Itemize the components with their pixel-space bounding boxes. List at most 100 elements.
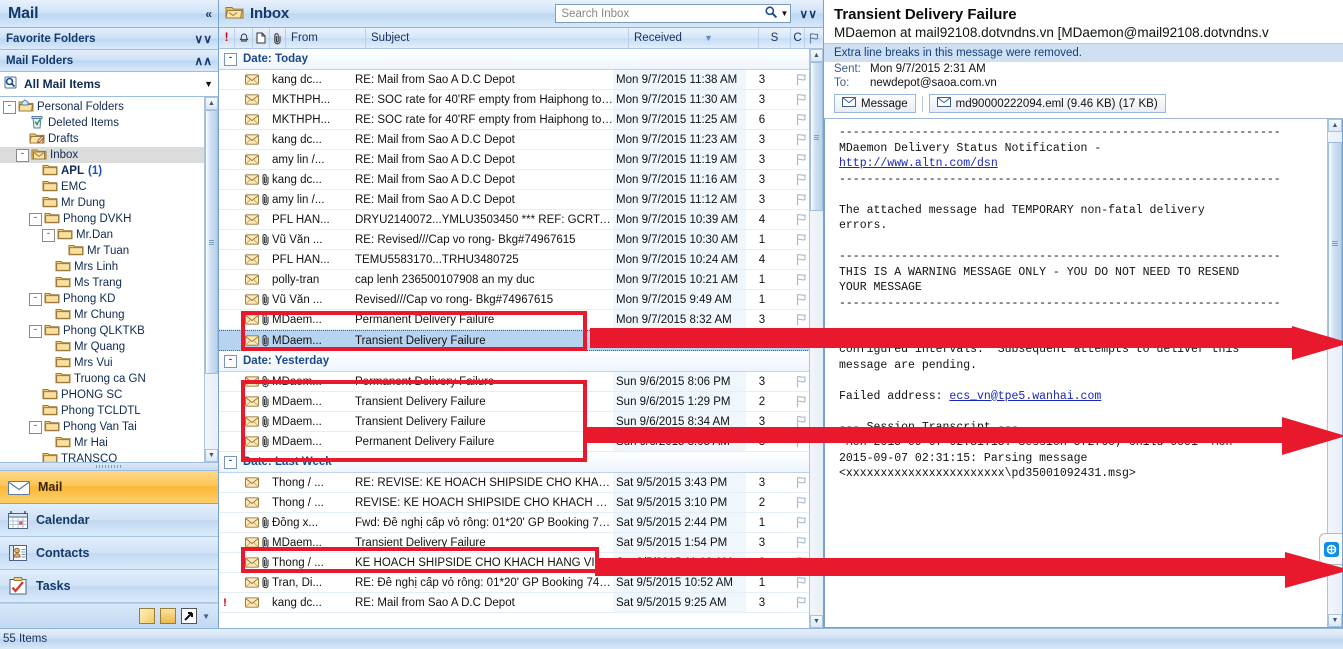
teamviewer-badge-icon[interactable] — [1319, 533, 1342, 565]
icon-column-header[interactable] — [253, 28, 270, 48]
flag-icon[interactable] — [792, 213, 810, 226]
failed-address-link[interactable]: ecs_vn@tpe5.wanhai.com — [949, 390, 1101, 403]
message-row[interactable]: MDaem... Permanent Delivery Failure Sun 9/… — [219, 372, 810, 392]
message-row[interactable]: kang dc... RE: Mail from Sao A D.C Depot M… — [219, 130, 810, 150]
folder-tree-item-mr-dan[interactable]: - Mr.Dan — [0, 227, 205, 243]
message-row[interactable]: kang dc... RE: Mail from Sao A D.C Depot M… — [219, 70, 810, 90]
flag-icon[interactable] — [792, 395, 810, 408]
folder-list-button[interactable] — [160, 608, 177, 624]
scroll-up-arrow[interactable]: ▲ — [205, 97, 218, 110]
folder-tree-item-apl[interactable]: APL (1) — [0, 163, 205, 179]
folder-tree-item-mr-quang[interactable]: Mr Quang — [0, 339, 205, 355]
message-row[interactable]: Vũ Văn ... RE: Revised///Cap vo rong- Bkg… — [219, 230, 810, 250]
flag-icon[interactable] — [792, 73, 810, 86]
folder-tree-item-mrs-linh[interactable]: Mrs Linh — [0, 259, 205, 275]
flag-icon[interactable] — [792, 334, 810, 347]
shortcuts-button[interactable] — [181, 608, 198, 624]
search-magnifier-icon[interactable] — [764, 5, 778, 22]
folder-tree-item-phong-dvkh[interactable]: - Phong DVKH — [0, 211, 205, 227]
message-row[interactable]: Vũ Văn ... Revised///Cap vo rong- Bkg#749… — [219, 290, 810, 310]
tree-expander-icon[interactable]: - — [29, 324, 42, 338]
flag-icon[interactable] — [792, 596, 810, 609]
message-row[interactable]: Thong / ... RE: REVISE: KE HOACH SHIPSIDE… — [219, 473, 810, 493]
scroll-up-arrow[interactable]: ▲ — [1328, 119, 1342, 132]
flag-icon[interactable] — [792, 576, 810, 589]
expand-query-builder-icon[interactable]: ∨∨ — [799, 8, 817, 20]
folder-tree-item-ms-trang[interactable]: Ms Trang — [0, 275, 205, 291]
flag-icon[interactable] — [792, 153, 810, 166]
received-column-header[interactable]: Received ▼ — [629, 28, 759, 48]
group-expander-icon[interactable]: - — [224, 455, 237, 469]
folder-tree-item-phong-kd[interactable]: - Phong KD — [0, 291, 205, 307]
folder-tree-item-inbox[interactable]: - Inbox — [0, 147, 205, 163]
subject-column-header[interactable]: Subject — [366, 28, 629, 48]
message-row[interactable]: amy lin /... RE: Mail from Sao A D.C Depo… — [219, 150, 810, 170]
folder-tree-item-truong-ca-gn[interactable]: Truong ca GN — [0, 371, 205, 387]
folder-tree-item-transco[interactable]: TRANSCO — [0, 451, 205, 462]
flag-icon[interactable] — [792, 375, 810, 388]
info-bar[interactable]: Extra line breaks in this message were r… — [824, 43, 1343, 62]
favorite-folders-bar[interactable]: Favorite Folders ∨∨ — [0, 28, 218, 50]
message-row[interactable]: polly-tran cap lenh 236500107908 an my du… — [219, 270, 810, 290]
flag-icon[interactable] — [792, 193, 810, 206]
group-expander-icon[interactable]: - — [224, 52, 237, 66]
module-button-calendar[interactable]: Calendar — [0, 504, 218, 537]
size-column-header[interactable]: S — [759, 28, 791, 48]
attachment-column-header[interactable] — [270, 28, 286, 48]
message-row[interactable]: amy lin /... RE: Mail from Sao A D.C Depo… — [219, 190, 810, 210]
message-row[interactable]: PFL HAN... TEMU5583170...TRHU3480725 Mon 9… — [219, 250, 810, 270]
flag-icon[interactable] — [792, 233, 810, 246]
message-tab-button[interactable]: Message — [834, 94, 916, 113]
message-row[interactable]: MKTHPH... RE: SOC rate for 40'RF empty fr… — [219, 110, 810, 130]
flag-icon[interactable] — [792, 93, 810, 106]
flag-icon[interactable] — [792, 293, 810, 306]
attachment-item[interactable]: md90000222094.eml (9.46 KB) (17 KB) — [928, 94, 1166, 113]
flag-icon[interactable] — [792, 253, 810, 266]
tree-expander-icon[interactable]: - — [29, 212, 42, 226]
folder-tree-item-mr-dung[interactable]: Mr Dung — [0, 195, 205, 211]
dsn-link[interactable]: http://www.altn.com/dsn — [839, 157, 998, 170]
scroll-track[interactable] — [810, 62, 823, 615]
message-row[interactable]: Thong / ... REVISE: KE HOACH SHIPSIDE CHO… — [219, 493, 810, 513]
flag-icon[interactable] — [792, 536, 810, 549]
tree-expander-icon[interactable]: - — [29, 420, 42, 434]
from-column-header[interactable]: From — [286, 28, 366, 48]
group-header[interactable]: - Date: Yesterday — [219, 351, 810, 372]
flag-icon[interactable] — [792, 496, 810, 509]
tree-expander-icon[interactable]: - — [3, 100, 16, 114]
message-row[interactable]: Tran, Di... RE: Đề nghị cấp vỏ rỗng: 01*2… — [219, 573, 810, 593]
search-input-wrapper[interactable]: Search Inbox ▼ — [555, 4, 792, 23]
message-row[interactable]: ! kang dc... RE: Mail from Sao A D.C Depot… — [219, 593, 810, 613]
scroll-thumb[interactable] — [1328, 141, 1342, 345]
chevron-double-down-icon[interactable]: ∨∨ — [194, 33, 212, 45]
message-row[interactable]: MKTHPH... RE: SOC rate for 40'RF empty fr… — [219, 90, 810, 110]
folder-tree-item-phong-qlktkb[interactable]: - Phong QLKTKB — [0, 323, 205, 339]
folder-tree-item-phong-sc[interactable]: PHONG SC — [0, 387, 205, 403]
message-row[interactable]: MDaem... Transient Delivery Failure Sun 9/… — [219, 392, 810, 412]
pane-resize-grip[interactable] — [0, 463, 218, 471]
message-row[interactable]: PFL HAN... DRYU2140072...YMLU3503450 *** … — [219, 210, 810, 230]
flag-icon[interactable] — [792, 173, 810, 186]
flag-icon[interactable] — [792, 415, 810, 428]
flag-icon[interactable] — [792, 113, 810, 126]
flag-column-header[interactable] — [805, 28, 823, 48]
message-row[interactable]: MDaem... Permanent Delivery Failure Sun 9/… — [219, 432, 810, 452]
module-button-contacts[interactable]: Contacts — [0, 537, 218, 570]
folder-tree-item-phong-van-tai[interactable]: - Phong Van Tai — [0, 419, 205, 435]
folder-tree-item-mr-chung[interactable]: Mr Chung — [0, 307, 205, 323]
group-header[interactable]: - Date: Last Week — [219, 452, 810, 473]
folder-tree[interactable]: - Personal Folders Deleted Items Drafts - Inb… — [0, 97, 218, 463]
message-row[interactable]: MDaem... Permanent Delivery Failure Mon 9/… — [219, 310, 810, 330]
folder-tree-item-deleted-items[interactable]: Deleted Items — [0, 115, 205, 131]
mail-folders-bar[interactable]: Mail Folders ∧∧ — [0, 50, 218, 72]
flag-icon[interactable] — [792, 133, 810, 146]
flag-icon[interactable] — [792, 273, 810, 286]
message-row[interactable]: Đồng x... Fwd: Đề nghị cấp vỏ rỗng: 01*20… — [219, 513, 810, 533]
tree-expander-icon[interactable]: - — [42, 228, 55, 242]
scroll-down-arrow[interactable]: ▼ — [1328, 614, 1342, 627]
scroll-up-arrow[interactable]: ▲ — [810, 49, 823, 62]
search-input[interactable]: Search Inbox — [561, 8, 760, 20]
flag-icon[interactable] — [792, 435, 810, 448]
module-button-tasks[interactable]: Tasks — [0, 570, 218, 603]
folder-tree-scrollbar[interactable]: ▲ ▼ — [204, 97, 218, 462]
